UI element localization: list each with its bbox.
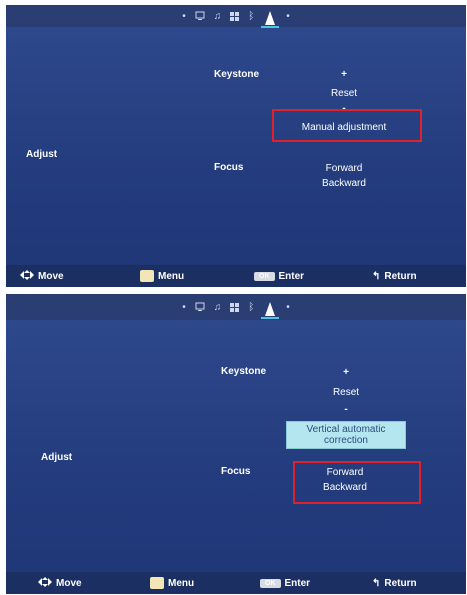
focus-backward-option[interactable]: Backward [322, 178, 366, 189]
left-arrow-icon[interactable]: • [182, 302, 186, 313]
right-arrow-icon[interactable]: • [286, 302, 290, 313]
menu-key-icon [150, 577, 164, 589]
menu-key-icon [140, 270, 154, 282]
focus-backward-option[interactable]: Backward [323, 482, 367, 493]
ok-key-icon: OK [260, 578, 281, 588]
keystone-reset-option[interactable]: Reset [331, 88, 357, 99]
bluetooth-icon[interactable]: ᛒ [248, 11, 254, 22]
return-hint: ↰ Return [372, 265, 417, 287]
enter-label: Enter [284, 577, 311, 589]
focus-label: Focus [214, 162, 244, 173]
keystone-selected-option[interactable]: Vertical automatic correction [286, 421, 406, 449]
section-label: Adjust [41, 452, 73, 463]
keystone-icon[interactable] [261, 7, 280, 28]
bottom-hint-bar: Move Menu OK Enter ↰ Return [6, 265, 466, 287]
settings-screen-2: • ♫ ᛒ • Adjust Keystone + Reset - Vertic… [6, 294, 466, 594]
keystone-plus-option[interactable]: + [341, 69, 347, 80]
move-arrows-icon [38, 576, 52, 590]
menu-label: Menu [158, 270, 185, 282]
return-label: Return [384, 577, 417, 589]
move-label: Move [38, 270, 64, 282]
move-hint: Move [20, 265, 64, 287]
move-arrows-icon [20, 269, 34, 283]
menu-hint: Menu [150, 572, 194, 594]
monitor-icon[interactable] [195, 11, 205, 21]
monitor-icon[interactable] [195, 302, 205, 312]
settings-screen-1: • ♫ ᛒ • Adjust Keystone + Reset - Manual… [6, 5, 466, 287]
top-menu-bar: • ♫ ᛒ • [6, 5, 466, 28]
right-arrow-icon[interactable]: • [286, 11, 290, 22]
return-arrow-icon: ↰ [372, 577, 381, 589]
enter-hint: OK Enter [260, 572, 310, 594]
music-icon[interactable]: ♫ [214, 11, 222, 22]
left-arrow-icon[interactable]: • [182, 11, 186, 22]
move-label: Move [56, 577, 82, 589]
bottom-hint-bar: Move Menu OK Enter ↰ Return [6, 572, 466, 594]
focus-forward-option[interactable]: Forward [327, 467, 364, 478]
focus-label: Focus [221, 466, 251, 477]
enter-hint: OK Enter [254, 265, 304, 287]
keystone-label: Keystone [214, 69, 260, 80]
bluetooth-icon[interactable]: ᛒ [248, 302, 254, 313]
return-label: Return [384, 270, 417, 282]
enter-label: Enter [278, 270, 305, 282]
keystone-selected-option[interactable]: Manual adjustment [302, 122, 387, 133]
keystone-minus-option[interactable]: - [344, 404, 347, 415]
return-arrow-icon: ↰ [372, 270, 381, 282]
focus-forward-option[interactable]: Forward [326, 163, 363, 174]
grid-icon[interactable] [230, 302, 240, 312]
menu-hint: Menu [140, 265, 184, 287]
music-icon[interactable]: ♫ [214, 302, 222, 313]
menu-label: Menu [168, 577, 195, 589]
move-hint: Move [38, 572, 82, 594]
keystone-reset-option[interactable]: Reset [333, 387, 359, 398]
section-label: Adjust [26, 149, 58, 160]
ok-key-icon: OK [254, 271, 275, 281]
top-menu-bar: • ♫ ᛒ • [6, 294, 466, 320]
keystone-icon[interactable] [261, 298, 280, 319]
grid-icon[interactable] [230, 11, 240, 21]
return-hint: ↰ Return [372, 572, 417, 594]
keystone-label: Keystone [221, 366, 267, 377]
keystone-plus-option[interactable]: + [343, 367, 349, 378]
